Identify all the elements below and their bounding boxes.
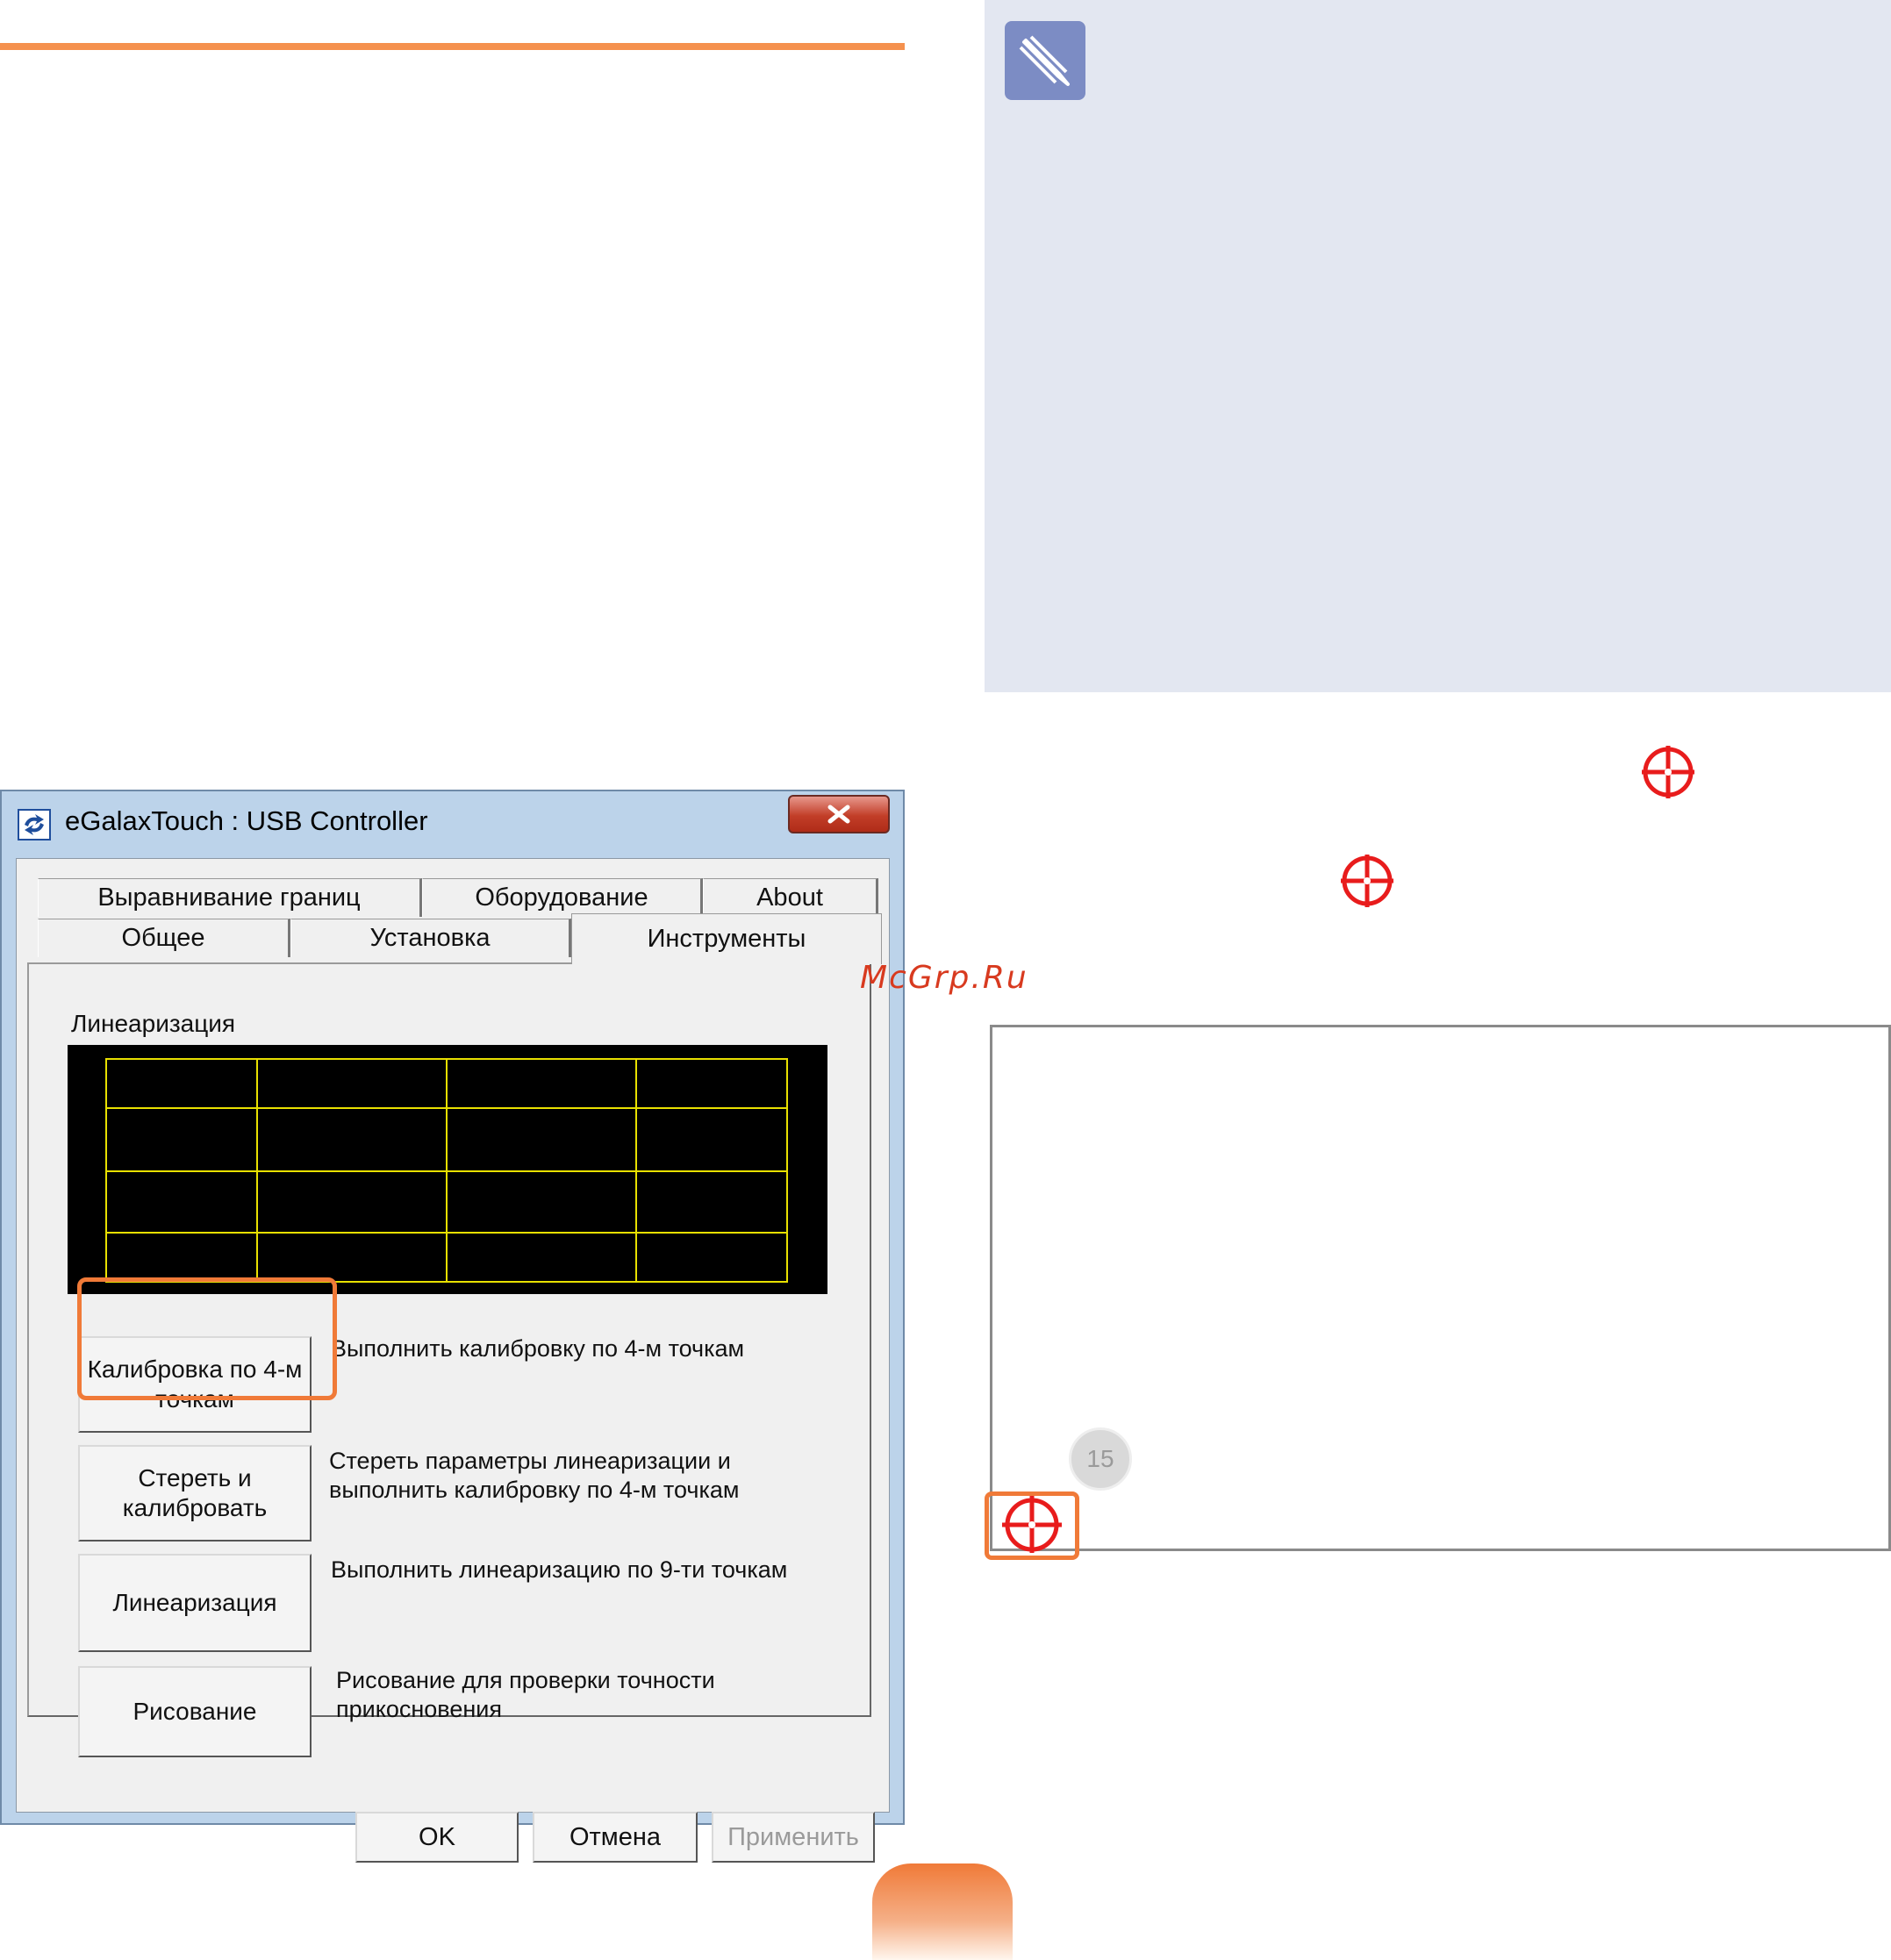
cancel-button[interactable]: Отмена — [533, 1812, 698, 1863]
close-button[interactable] — [788, 795, 890, 833]
tab-label: Установка — [369, 924, 491, 952]
countdown-timer: 15 — [1069, 1427, 1132, 1491]
clear-and-calibrate-button[interactable]: Стереть и калибровать — [78, 1445, 312, 1542]
note-box — [985, 0, 1891, 692]
watermark: McGrp.Ru — [860, 960, 1028, 996]
draw-test-button[interactable]: Рисование — [78, 1666, 312, 1757]
draw-test-description: Рисование для проверки точности прикосно… — [336, 1667, 715, 1722]
ok-button[interactable]: OK — [355, 1812, 519, 1863]
tab-setting[interactable]: Установка — [290, 919, 571, 957]
tab-general[interactable]: Общее — [38, 919, 290, 957]
pencil-note-icon — [1005, 21, 1085, 100]
calibrate-button-highlight — [77, 1277, 337, 1400]
tab-hardware[interactable]: Оборудование — [422, 878, 703, 917]
app-icon — [18, 809, 51, 841]
tab-about[interactable]: About — [703, 878, 878, 917]
linearization-description: Выполнить линеаризацию по 9-ти точкам — [331, 1556, 788, 1583]
tab-label: Общее — [121, 924, 205, 952]
tab-label: About — [756, 883, 823, 912]
crosshair-target-icon — [1642, 746, 1694, 798]
crosshair-target-icon — [1341, 855, 1393, 907]
linearization-group-label: Линеаризация — [71, 1010, 236, 1037]
linearization-grid-canvas — [68, 1045, 827, 1294]
tab-tools[interactable]: Инструменты — [571, 913, 882, 964]
linearization-button[interactable]: Линеаризация — [78, 1554, 312, 1652]
calibrate-4-point-description: Выполнить калибровку по 4-м точкам — [331, 1335, 745, 1362]
tab-label: Инструменты — [647, 925, 806, 953]
apply-button: Применить — [712, 1812, 875, 1863]
page-number-tab — [872, 1863, 1013, 1960]
tab-label: Выравнивание границ — [97, 883, 361, 912]
tab-edge-alignment[interactable]: Выравнивание границ — [38, 878, 422, 917]
target-highlight — [985, 1491, 1079, 1560]
tab-label: Оборудование — [475, 883, 648, 912]
window-title: eGalaxTouch : USB Controller — [65, 805, 428, 836]
clear-and-calibrate-description: Стереть параметры линеаризации и выполни… — [329, 1448, 740, 1503]
section-rule — [0, 43, 905, 50]
close-icon — [827, 805, 850, 824]
